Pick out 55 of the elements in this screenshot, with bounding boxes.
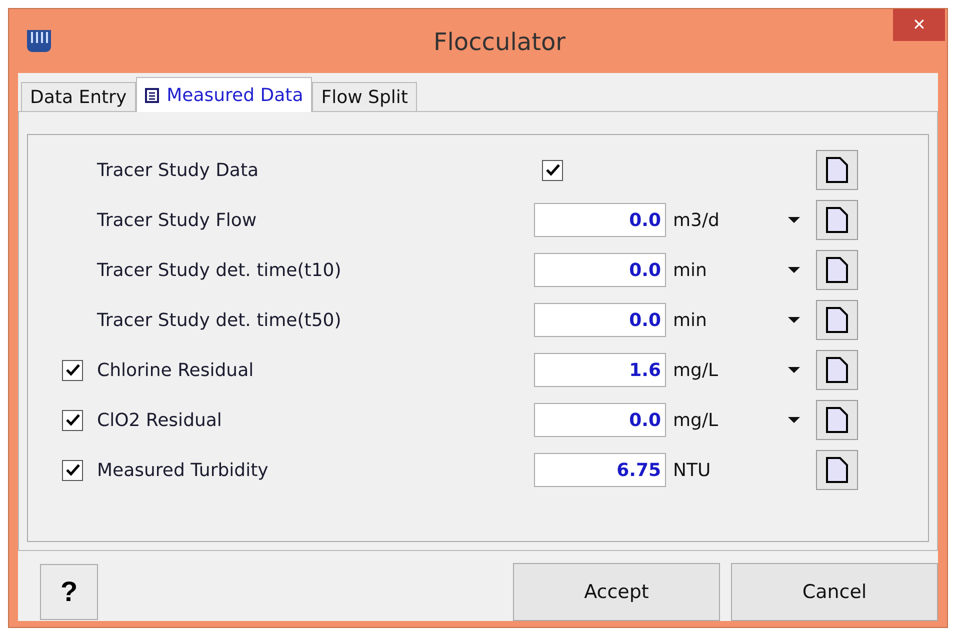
note-button[interactable] — [816, 350, 858, 390]
help-button[interactable]: ? — [40, 564, 98, 620]
app-logo-icon — [26, 29, 52, 53]
field-label: Tracer Study det. time(t10) — [97, 260, 342, 280]
value-field[interactable]: 6.75 — [534, 453, 666, 487]
note-button[interactable] — [816, 400, 858, 440]
unit-label[interactable]: min — [673, 310, 707, 330]
field-label: Measured Turbidity — [97, 460, 270, 480]
close-button[interactable]: ✕ — [893, 9, 945, 41]
dropdown-arrow-icon[interactable] — [788, 317, 800, 323]
checkmark-icon — [66, 364, 80, 376]
document-icon — [826, 257, 848, 283]
document-icon — [826, 407, 848, 433]
checkbox[interactable] — [62, 360, 83, 380]
checkmark-icon — [66, 414, 80, 426]
document-icon — [826, 457, 848, 483]
dropdown-arrow-icon[interactable] — [788, 367, 800, 373]
unit-label[interactable]: mg/L — [673, 360, 718, 380]
field-label: Tracer Study Data — [97, 160, 260, 180]
dropdown-arrow-icon[interactable] — [788, 217, 800, 223]
document-icon — [826, 207, 848, 233]
checkmark-icon — [66, 464, 80, 476]
document-icon — [826, 357, 848, 383]
unit-label[interactable]: min — [673, 260, 707, 280]
value-field[interactable]: 0.0 — [534, 303, 666, 337]
value-field[interactable]: 0.0 — [534, 403, 666, 437]
document-icon — [826, 307, 848, 333]
value-field[interactable]: 0.0 — [534, 203, 666, 237]
field-label: ClO2 Residual — [97, 410, 223, 430]
note-button[interactable] — [816, 150, 858, 190]
checkbox[interactable] — [542, 160, 563, 180]
checkbox[interactable] — [62, 410, 83, 430]
field-label: Tracer Study det. time(t50) — [97, 310, 342, 330]
unit-label[interactable]: mg/L — [673, 410, 718, 430]
note-button[interactable] — [816, 200, 858, 240]
cancel-button[interactable]: Cancel — [731, 563, 938, 621]
checkbox[interactable] — [62, 460, 83, 480]
note-button[interactable] — [816, 300, 858, 340]
checkmark-icon — [546, 164, 560, 176]
window-title: Flocculator — [432, 27, 567, 56]
accept-button[interactable]: Accept — [513, 563, 720, 621]
value-field[interactable]: 0.0 — [534, 253, 666, 287]
dropdown-arrow-icon[interactable] — [788, 417, 800, 423]
field-label: Chlorine Residual — [97, 360, 255, 380]
document-icon — [826, 157, 848, 183]
tab[interactable]: Data Entry — [21, 82, 136, 111]
value-field[interactable]: 1.6 — [534, 353, 666, 387]
field-label: Tracer Study Flow — [97, 210, 258, 230]
note-button[interactable] — [816, 250, 858, 290]
unit-label[interactable]: m3/d — [673, 210, 720, 230]
unit-label: NTU — [673, 460, 711, 480]
dropdown-arrow-icon[interactable] — [788, 267, 800, 273]
note-button[interactable] — [816, 450, 858, 490]
tab[interactable]: Measured Data — [136, 77, 312, 112]
tab[interactable]: Flow Split — [312, 82, 417, 111]
